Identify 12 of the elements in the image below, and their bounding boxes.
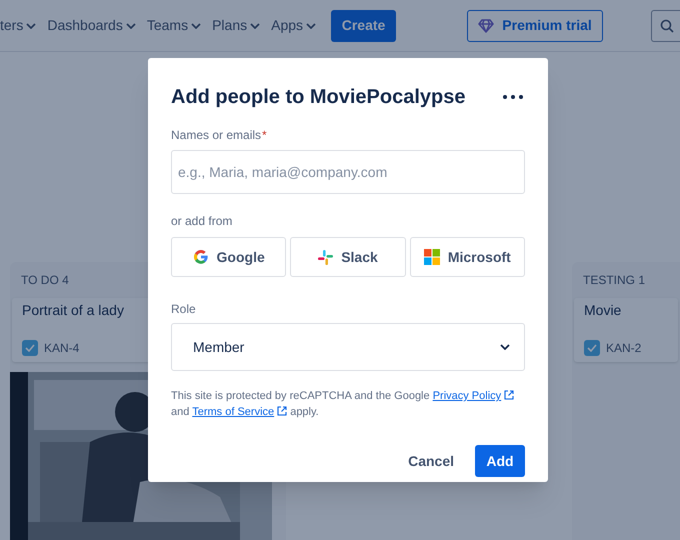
- column-header: TO DO 4: [20, 272, 70, 289]
- issue-key: KAN-2: [606, 339, 642, 357]
- column-header: TESTING 1: [582, 272, 646, 289]
- field-label: Names or emails: [171, 127, 262, 144]
- recaptcha-notice: This site is protected by reCAPTCHA and the Google Privacy Policy and Terms of Service apply.: [171, 388, 526, 420]
- section-label: or add from: [171, 213, 234, 230]
- card-title: Movie: [584, 301, 622, 320]
- card-title: Portrait of a lady: [22, 301, 124, 320]
- field-label: Role: [171, 301, 197, 318]
- dialog-title: Add people to MoviePocalypse: [171, 85, 466, 110]
- required-mark: *: [262, 127, 267, 144]
- issue-key: KAN-4: [44, 339, 80, 357]
